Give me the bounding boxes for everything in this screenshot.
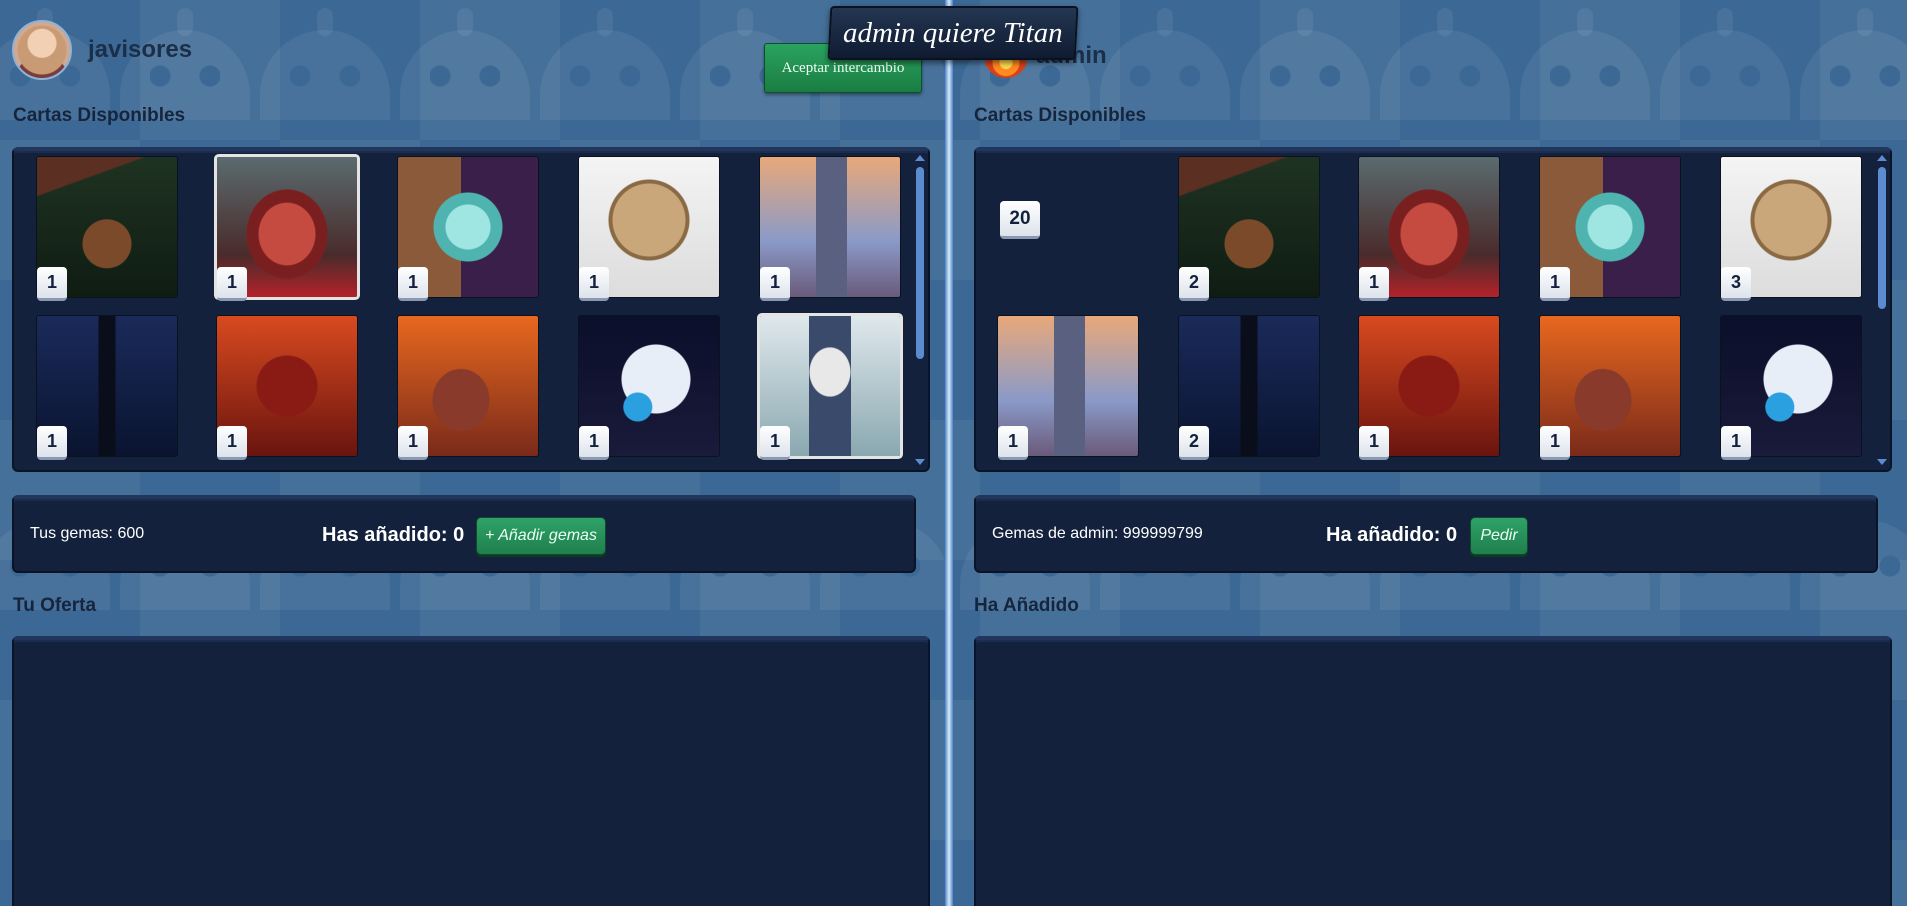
banner-text: admin quiere Titan [843, 16, 1063, 49]
card-count-badge: 1 [579, 267, 609, 301]
card-count-badge: 1 [398, 426, 428, 460]
partner-card[interactable]: 1 [1540, 316, 1680, 460]
add-gems-button[interactable]: + Añadir gemas [476, 517, 606, 555]
my-profile: javisores [12, 18, 192, 82]
card-count-badge: 1 [579, 426, 609, 460]
card-count-badge: 1 [217, 426, 247, 460]
my-gems-label: Tus gemas: 600 [30, 525, 145, 542]
my-card[interactable]: 1 [760, 316, 900, 460]
my-card[interactable]: 1 [217, 157, 357, 301]
my-card-grid[interactable]: 1 1 1 1 1 1 1 1 1 1 [12, 147, 930, 472]
split-divider [945, 0, 953, 906]
partner-card[interactable]: 1 [1359, 316, 1499, 460]
partner-available-title: Cartas Disponibles [974, 105, 1147, 126]
partner-gems-label: Gemas de admin: 999999799 [992, 525, 1203, 542]
my-card[interactable]: 1 [579, 157, 719, 301]
partner-card[interactable]: 3 [1721, 157, 1861, 301]
partner-offer-area[interactable] [974, 636, 1892, 906]
partner-side: admin Cartas Disponibles 20 211312111 Ge… [974, 0, 1892, 906]
card-count-badge: 1 [217, 267, 247, 301]
my-offer-title: Tu Oferta [13, 595, 97, 616]
scroll-up-icon[interactable] [1877, 155, 1887, 161]
card-count-badge: 1 [37, 267, 67, 301]
my-gems-panel: Tus gemas: 600 Has añadido: 0 + Añadir g… [12, 495, 916, 573]
scroll-down-icon[interactable] [915, 459, 925, 465]
card-count-badge: 1 [1359, 426, 1389, 460]
my-card[interactable]: 1 [37, 316, 177, 460]
my-available-title: Cartas Disponibles [13, 105, 186, 126]
my-username: javisores [88, 36, 193, 63]
card-count-badge: 1 [37, 426, 67, 460]
card-count-badge: 2 [1179, 267, 1209, 301]
partner-card[interactable]: 1 [1721, 316, 1861, 460]
my-card[interactable]: 1 [398, 316, 538, 460]
my-card[interactable]: 1 [217, 316, 357, 460]
my-added-label: Has añadido: 0 [322, 524, 465, 546]
partner-card[interactable]: 1 [1540, 157, 1680, 301]
partner-card-grid[interactable]: 20 2 1 1 3 1 2 1 1 1 [974, 147, 1892, 472]
card-count-badge: 1 [1721, 426, 1751, 460]
partner-card[interactable]: 2 [1179, 157, 1319, 301]
partner-card[interactable]: 1 [1359, 157, 1499, 301]
partner-added-label: Ha añadido: 0 [1326, 524, 1458, 546]
card-count-badge: 1 [1359, 267, 1389, 301]
card-count-badge: 1 [760, 426, 790, 460]
partner-card[interactable]: 1 [998, 316, 1138, 460]
card-count-badge: 1 [998, 426, 1028, 460]
my-card[interactable]: 1 [760, 157, 900, 301]
partner-gems-panel: Gemas de admin: 999999799 Ha añadido: 0 … [974, 495, 1878, 573]
my-card[interactable]: 1 [37, 157, 177, 301]
user-avatar [12, 20, 72, 80]
my-offer-area[interactable] [12, 636, 930, 906]
card-count-badge: 3 [1721, 267, 1751, 301]
card-count-badge: 1 [1540, 426, 1570, 460]
my-card[interactable]: 1 [579, 316, 719, 460]
partner-offer-title: Ha Añadido [974, 595, 1079, 616]
request-button[interactable]: Pedir [1470, 517, 1528, 555]
trade-request-banner: admin quiere Titan [827, 6, 1079, 60]
card-count-badge: 1 [1540, 267, 1570, 301]
card-count-badge: 1 [398, 267, 428, 301]
scroll-up-icon[interactable] [915, 155, 925, 161]
card-count-badge: 2 [1179, 426, 1209, 460]
partner-grid-scrollbar[interactable] [1878, 167, 1886, 309]
my-grid-scrollbar[interactable] [916, 167, 924, 359]
scroll-down-icon[interactable] [1877, 459, 1887, 465]
card-count-badge: 1 [760, 267, 790, 301]
my-card[interactable]: 1 [398, 157, 538, 301]
my-side: javisores Cartas Disponibles 1 1 1 1 1 1 1 1 11 … [12, 0, 930, 906]
partner-card[interactable]: 2 [1179, 316, 1319, 460]
partner-stack-count: 20 [1000, 201, 1040, 239]
